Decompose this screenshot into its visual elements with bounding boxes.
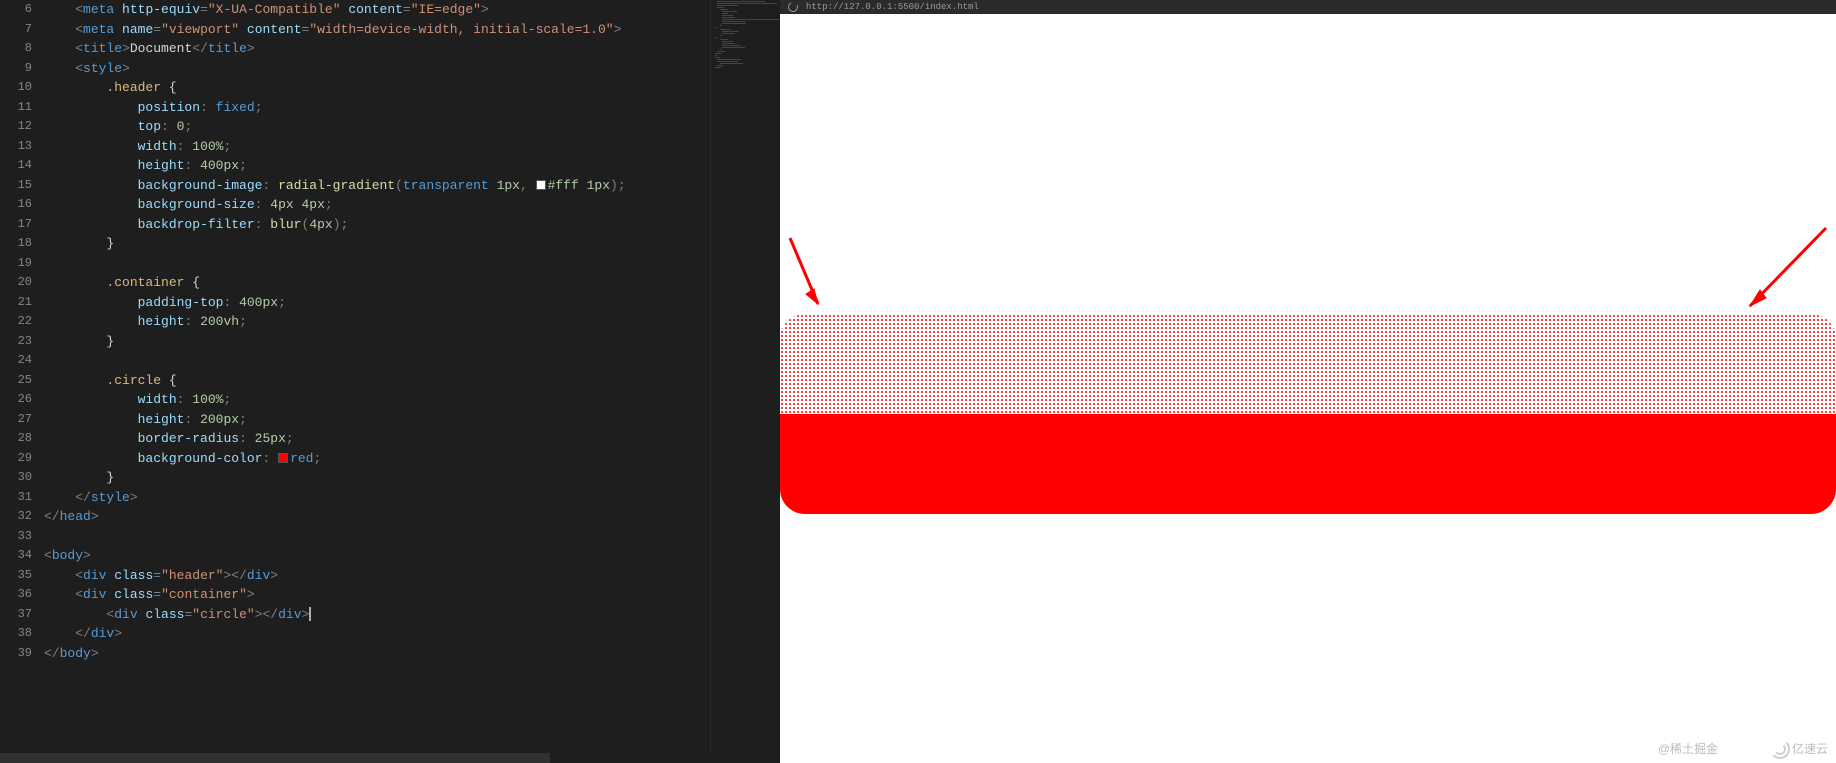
- code-line[interactable]: </div>: [44, 624, 780, 644]
- code-line[interactable]: .header {: [44, 78, 780, 98]
- reload-icon[interactable]: [787, 1, 800, 14]
- code-line[interactable]: width: 100%;: [44, 390, 780, 410]
- annotation-arrow-left: [786, 234, 826, 314]
- code-line[interactable]: border-radius: 25px;: [44, 429, 780, 449]
- annotation-arrow-right: [1740, 224, 1830, 314]
- line-number: 18: [0, 234, 32, 254]
- line-number: 28: [0, 429, 32, 449]
- code-area[interactable]: <meta http-equiv="X-UA-Compatible" conte…: [44, 0, 780, 763]
- address-bar-url[interactable]: http://127.0.0.1:5500/index.html: [806, 2, 979, 12]
- scrollbar-thumb[interactable]: [0, 753, 550, 763]
- browser-viewport[interactable]: @稀土掘金 亿速云: [780, 14, 1836, 763]
- line-number: 9: [0, 59, 32, 79]
- line-number: 35: [0, 566, 32, 586]
- line-number: 15: [0, 176, 32, 196]
- line-number: 6: [0, 0, 32, 20]
- code-line[interactable]: .circle {: [44, 371, 780, 391]
- line-number: 26: [0, 390, 32, 410]
- code-line[interactable]: background-image: radial-gradient(transp…: [44, 176, 780, 196]
- code-line[interactable]: }: [44, 234, 780, 254]
- line-number: 16: [0, 195, 32, 215]
- line-number: 10: [0, 78, 32, 98]
- code-line[interactable]: height: 200vh;: [44, 312, 780, 332]
- line-number: 17: [0, 215, 32, 235]
- color-swatch-icon: [278, 453, 288, 463]
- line-number-gutter: 6789101112131415161718192021222324252627…: [0, 0, 44, 763]
- code-line[interactable]: width: 100%;: [44, 137, 780, 157]
- code-line[interactable]: top: 0;: [44, 117, 780, 137]
- code-line[interactable]: <title>Document</title>: [44, 39, 780, 59]
- code-line[interactable]: </style>: [44, 488, 780, 508]
- line-number: 25: [0, 371, 32, 391]
- watermark-juejin: @稀土掘金: [1658, 740, 1718, 757]
- line-number: 8: [0, 39, 32, 59]
- code-line[interactable]: <meta http-equiv="X-UA-Compatible" conte…: [44, 0, 780, 20]
- text-cursor: [309, 607, 311, 621]
- browser-preview-pane: http://127.0.0.1:5500/index.html @稀土掘金 亿…: [780, 0, 1836, 763]
- line-number: 34: [0, 546, 32, 566]
- code-line[interactable]: <body>: [44, 546, 780, 566]
- line-number: 33: [0, 527, 32, 547]
- code-line[interactable]: }: [44, 468, 780, 488]
- color-swatch-icon: [536, 180, 546, 190]
- code-editor-pane[interactable]: 6789101112131415161718192021222324252627…: [0, 0, 780, 763]
- line-number: 30: [0, 468, 32, 488]
- line-number: 7: [0, 20, 32, 40]
- code-line[interactable]: <div class="circle"></div>: [44, 605, 780, 625]
- code-line[interactable]: position: fixed;: [44, 98, 780, 118]
- code-line[interactable]: [44, 254, 780, 274]
- browser-toolbar: http://127.0.0.1:5500/index.html: [780, 0, 1836, 14]
- code-line[interactable]: padding-top: 400px;: [44, 293, 780, 313]
- line-number: 27: [0, 410, 32, 430]
- line-number: 29: [0, 449, 32, 469]
- code-line[interactable]: backdrop-filter: blur(4px);: [44, 215, 780, 235]
- code-line[interactable]: <meta name="viewport" content="width=dev…: [44, 20, 780, 40]
- watermark-juejin-text: @稀土掘金: [1658, 740, 1718, 757]
- line-number: 13: [0, 137, 32, 157]
- line-number: 12: [0, 117, 32, 137]
- code-line[interactable]: [44, 527, 780, 547]
- code-line[interactable]: }: [44, 332, 780, 352]
- line-number: 36: [0, 585, 32, 605]
- code-line[interactable]: height: 200px;: [44, 410, 780, 430]
- line-number: 24: [0, 351, 32, 371]
- minimap[interactable]: [710, 0, 780, 763]
- line-number: 39: [0, 644, 32, 664]
- line-number: 19: [0, 254, 32, 274]
- code-line[interactable]: background-size: 4px 4px;: [44, 195, 780, 215]
- line-number: 20: [0, 273, 32, 293]
- line-number: 38: [0, 624, 32, 644]
- swirl-icon: [1770, 739, 1788, 757]
- watermark-yisu-text: 亿速云: [1792, 740, 1828, 757]
- horizontal-scrollbar[interactable]: [0, 753, 780, 763]
- code-line[interactable]: .container {: [44, 273, 780, 293]
- line-number: 23: [0, 332, 32, 352]
- line-number: 22: [0, 312, 32, 332]
- code-line[interactable]: </body>: [44, 644, 780, 664]
- line-number: 11: [0, 98, 32, 118]
- line-number: 37: [0, 605, 32, 625]
- code-line[interactable]: [44, 351, 780, 371]
- line-number: 31: [0, 488, 32, 508]
- demo-header-overlay: [780, 14, 1836, 414]
- code-line[interactable]: background-color: red;: [44, 449, 780, 469]
- code-line[interactable]: </head>: [44, 507, 780, 527]
- line-number: 14: [0, 156, 32, 176]
- code-line[interactable]: <div class="header"></div>: [44, 566, 780, 586]
- line-number: 21: [0, 293, 32, 313]
- code-line[interactable]: <style>: [44, 59, 780, 79]
- code-line[interactable]: <div class="container">: [44, 585, 780, 605]
- code-line[interactable]: height: 400px;: [44, 156, 780, 176]
- watermark-yisu: 亿速云: [1770, 739, 1828, 757]
- line-number: 32: [0, 507, 32, 527]
